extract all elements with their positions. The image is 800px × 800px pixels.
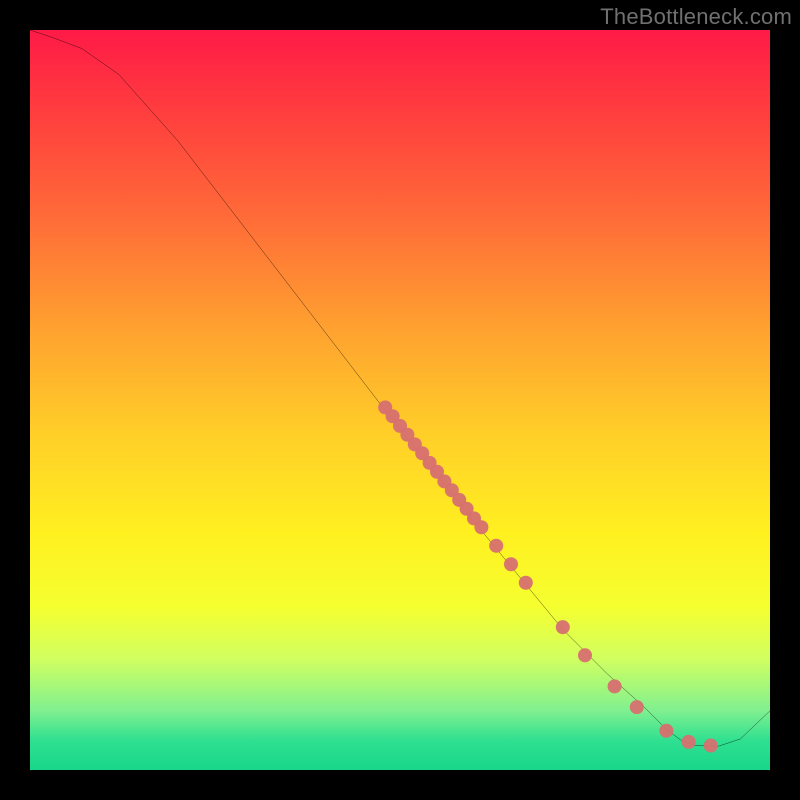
data-point bbox=[630, 700, 644, 714]
points-group bbox=[378, 400, 718, 752]
data-point bbox=[704, 739, 718, 753]
data-point bbox=[556, 620, 570, 634]
data-point bbox=[423, 456, 437, 470]
chart-svg bbox=[30, 30, 770, 770]
data-point bbox=[378, 400, 392, 414]
chart-frame: TheBottleneck.com bbox=[0, 0, 800, 800]
data-point bbox=[489, 539, 503, 553]
data-point bbox=[452, 493, 466, 507]
watermark-text: TheBottleneck.com bbox=[600, 4, 792, 30]
data-point bbox=[474, 520, 488, 534]
data-point bbox=[659, 724, 673, 738]
data-point bbox=[408, 437, 422, 451]
data-point bbox=[519, 576, 533, 590]
plot-area bbox=[30, 30, 770, 770]
data-point bbox=[386, 409, 400, 423]
data-point bbox=[682, 735, 696, 749]
data-point bbox=[400, 428, 414, 442]
data-point bbox=[393, 419, 407, 433]
data-point bbox=[504, 557, 518, 571]
data-point bbox=[467, 511, 481, 525]
curve-path bbox=[30, 30, 770, 746]
data-point bbox=[460, 502, 474, 516]
data-point bbox=[430, 465, 444, 479]
data-point bbox=[445, 483, 459, 497]
data-point bbox=[415, 446, 429, 460]
data-point bbox=[578, 648, 592, 662]
data-point bbox=[608, 679, 622, 693]
data-point bbox=[437, 474, 451, 488]
